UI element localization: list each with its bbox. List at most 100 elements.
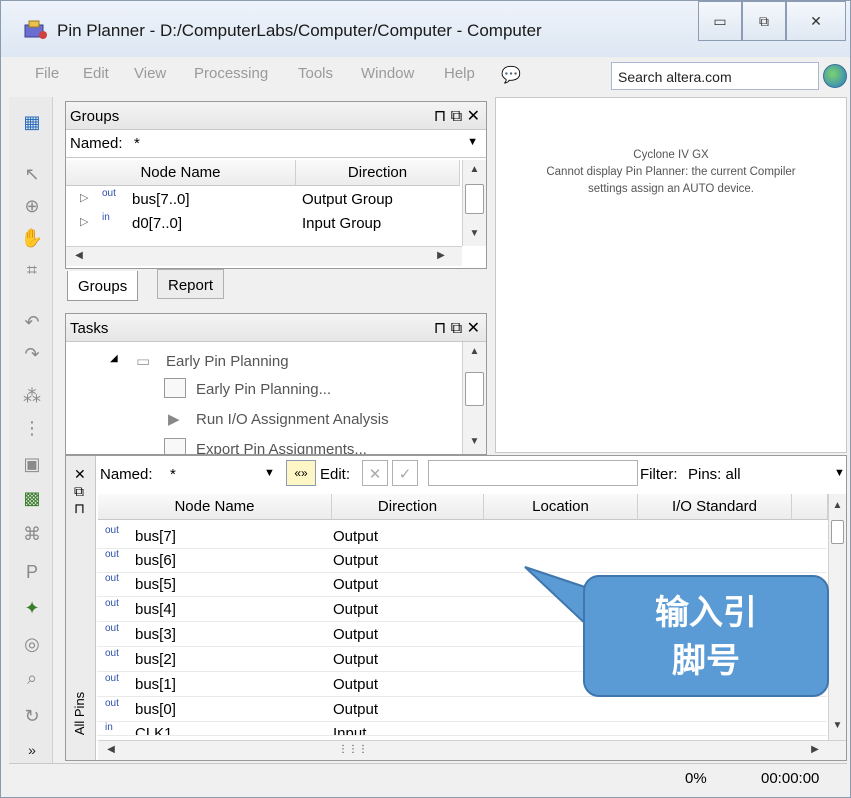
pins-col-io-standard[interactable]: I/O Standard xyxy=(638,494,792,520)
chevron-down-icon[interactable]: ▼ xyxy=(264,467,275,479)
accept-icon[interactable]: ✓ xyxy=(392,460,418,486)
table-row[interactable]: out bus[7] Output xyxy=(97,525,827,549)
diff-pair-icon[interactable]: ⌘ xyxy=(20,523,44,545)
table-row[interactable]: in CLK1 Input xyxy=(97,722,827,736)
scroll-thumb[interactable] xyxy=(465,184,484,214)
close-icon: ✕ xyxy=(810,12,822,29)
close-button[interactable]: ✕ xyxy=(786,1,846,41)
panel-close-float-pin-icons[interactable]: ✕ ⧉ ⊓ xyxy=(74,466,86,517)
find-icon[interactable]: ⌕ xyxy=(20,667,44,689)
undo-icon[interactable]: ↶ xyxy=(20,311,44,333)
redo-icon[interactable]: ↷ xyxy=(20,343,44,365)
menu-help[interactable]: Help xyxy=(444,65,475,82)
input-pin-icon: in xyxy=(105,722,113,733)
pins-col-location[interactable]: Location xyxy=(484,494,638,520)
output-badge-icon: out xyxy=(102,188,116,199)
pin-planner-icon[interactable]: ▦ xyxy=(20,111,44,133)
chat-icon[interactable]: 💬 xyxy=(501,65,521,85)
callout-annotation: 输入引 脚号 xyxy=(583,575,829,697)
vref-icon[interactable]: ⋮ xyxy=(20,417,44,439)
task-item[interactable]: Export Pin Assignments... xyxy=(164,438,464,454)
menu-edit[interactable]: Edit xyxy=(83,65,109,82)
scroll-left-icon: ◀ xyxy=(75,250,83,261)
pins-col-extra[interactable] xyxy=(792,494,828,520)
pin-name: bus[5] xyxy=(135,576,176,593)
groups-hscrollbar[interactable]: ◀ ▶ xyxy=(66,246,462,266)
output-pin-icon: out xyxy=(105,573,119,584)
menu-tools[interactable]: Tools xyxy=(298,65,333,82)
groups-col-direction[interactable]: Direction xyxy=(296,160,460,186)
reject-icon[interactable]: ✕ xyxy=(362,460,388,486)
pins-col-node-name[interactable]: Node Name xyxy=(98,494,332,520)
package-icon[interactable]: ▣ xyxy=(20,453,44,475)
groups-row[interactable]: ▷ in d0[7..0] Input Group xyxy=(66,212,460,236)
pin-direction: Output xyxy=(333,528,379,545)
output-pin-icon: out xyxy=(105,598,119,609)
pin-grid-icon[interactable]: ⁂ xyxy=(20,385,44,407)
minimize-button[interactable]: ▭ xyxy=(698,1,742,41)
refresh-icon[interactable]: ↻ xyxy=(20,705,44,727)
tab-report[interactable]: Report xyxy=(157,269,225,299)
chevron-down-icon[interactable]: ▼ xyxy=(834,467,845,479)
p-pin-icon[interactable]: P xyxy=(20,561,44,583)
globe-icon[interactable] xyxy=(823,64,847,88)
menu-window[interactable]: Window xyxy=(361,65,414,82)
menu-view[interactable]: View xyxy=(134,65,166,82)
scroll-thumb[interactable] xyxy=(465,372,484,406)
pins-hscrollbar[interactable]: ◀ ⋮⋮⋮ ▶ xyxy=(98,740,846,760)
groups-vscrollbar[interactable]: ▲ ▼ xyxy=(462,160,486,246)
pins-col-direction[interactable]: Direction xyxy=(332,494,484,520)
groups-row[interactable]: ▷ out bus[7..0] Output Group xyxy=(66,188,460,212)
panel-pin-float-close-icons[interactable]: ⊓ ⧉ ✕ xyxy=(434,106,480,126)
expand-icon[interactable]: ▷ xyxy=(80,191,88,204)
task-item[interactable]: ◢ ▭ Early Pin Planning xyxy=(110,350,450,374)
zoom-icon[interactable]: ⊕ xyxy=(20,195,44,217)
pins-filter-label: Filter: xyxy=(640,466,678,483)
panel-pin-float-close-icons[interactable]: ⊓ ⧉ ✕ xyxy=(434,318,480,338)
play-icon: ▶ xyxy=(168,411,180,428)
scroll-thumb[interactable] xyxy=(831,520,844,544)
maximize-button[interactable]: ⧉ xyxy=(742,1,786,41)
fit-icon[interactable]: ⌗ xyxy=(20,259,44,281)
pins-edit-label: Edit: xyxy=(320,466,351,483)
device-view-pane: Cyclone IV GX Cannot display Pin Planner… xyxy=(495,97,847,453)
task-item[interactable]: Early Pin Planning... xyxy=(164,378,464,402)
menu-processing[interactable]: Processing xyxy=(194,65,268,82)
scroll-thumb-grip-icon: ⋮⋮⋮ xyxy=(338,744,368,755)
assign-icon[interactable]: ✦ xyxy=(20,597,44,619)
tab-groups[interactable]: Groups xyxy=(67,271,139,301)
pin-direction: Output xyxy=(333,676,379,693)
table-row[interactable]: out bus[6] Output xyxy=(97,549,827,573)
pins-side-strip: ✕ ⧉ ⊓ All Pins xyxy=(66,456,96,760)
callout-line1: 输入引 xyxy=(655,593,757,633)
tab-all-pins[interactable]: All Pins xyxy=(72,692,87,735)
group-name: d0[7..0] xyxy=(132,215,183,232)
menu-file[interactable]: File xyxy=(35,65,59,82)
legend-icon[interactable]: ◎ xyxy=(20,633,44,655)
table-row[interactable]: out bus[0] Output xyxy=(97,698,827,722)
more-icon[interactable]: » xyxy=(20,739,44,761)
groups-named-input[interactable]: * xyxy=(134,135,140,152)
select-icon[interactable]: ↖ xyxy=(20,163,44,185)
hand-icon[interactable]: ✋ xyxy=(20,227,44,249)
task-item[interactable]: ▶ Run I/O Assignment Analysis xyxy=(164,408,464,432)
maximize-icon: ⧉ xyxy=(759,12,769,29)
pins-named-input[interactable]: * xyxy=(170,466,176,483)
scroll-up-icon: ▲ xyxy=(469,346,480,357)
title-bar[interactable]: Pin Planner - D:/ComputerLabs/Computer/C… xyxy=(1,1,850,57)
chip-icon[interactable]: ▩ xyxy=(20,487,44,509)
node-finder-icon[interactable]: «» xyxy=(286,460,316,486)
groups-col-node-name[interactable]: Node Name xyxy=(66,160,296,186)
edit-value-input[interactable] xyxy=(428,460,638,486)
search-input[interactable]: Search altera.com xyxy=(611,62,819,90)
scroll-down-icon: ▼ xyxy=(469,228,480,239)
tasks-vscrollbar[interactable]: ▲ ▼ xyxy=(462,342,486,454)
expand-icon[interactable]: ▷ xyxy=(80,215,88,228)
pins-filter-select[interactable]: Pins: all xyxy=(688,466,741,483)
callout-line2: 脚号 xyxy=(672,641,740,681)
scroll-up-icon: ▲ xyxy=(469,164,480,175)
chevron-down-icon[interactable]: ▼ xyxy=(467,136,478,148)
collapse-icon[interactable]: ◢ xyxy=(110,353,118,364)
task-label: Export Pin Assignments... xyxy=(196,441,367,454)
pins-vscrollbar[interactable]: ▲ ▼ xyxy=(828,494,846,740)
